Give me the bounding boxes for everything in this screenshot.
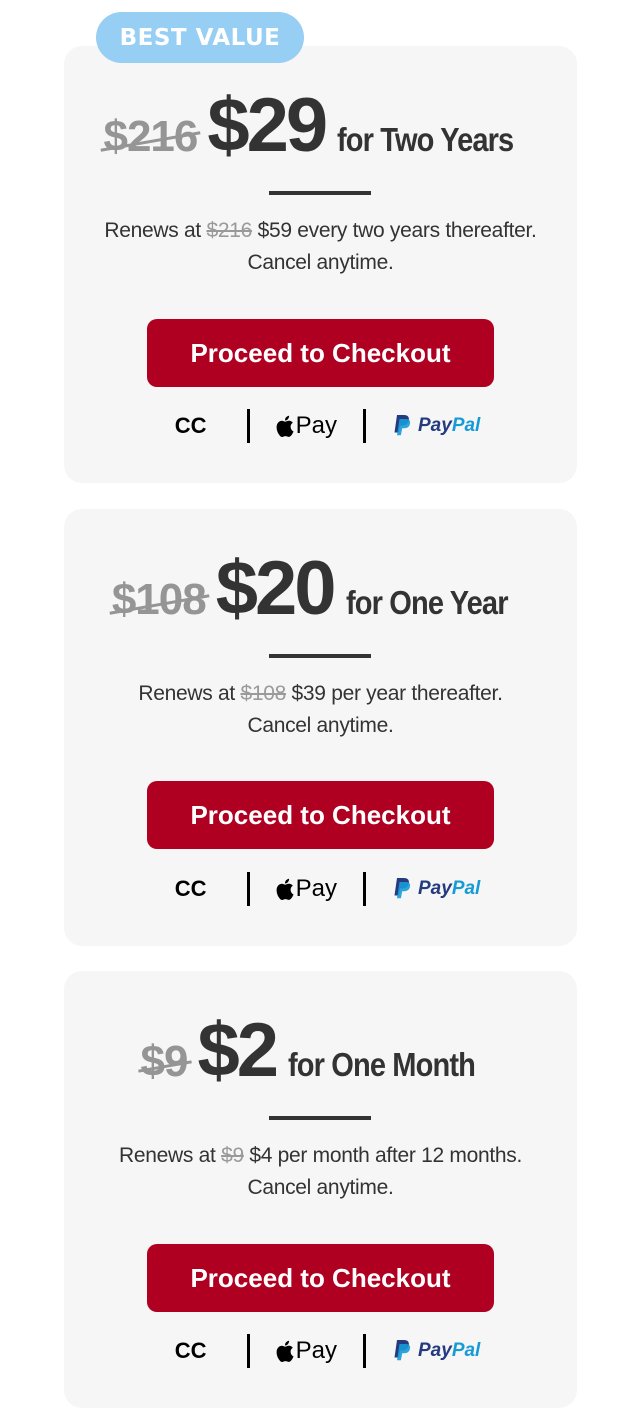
- renew-new-price: $39 per year thereafter.: [291, 682, 503, 705]
- paypal-logo: PayPal: [392, 877, 480, 901]
- divider: [269, 191, 371, 195]
- original-price: $9: [140, 1037, 189, 1086]
- renew-prefix: Renews at: [138, 682, 235, 705]
- plan-card-one-month: $9 $2 for One Month Renews at $9 $4 per …: [64, 971, 577, 1408]
- payment-methods: CC Pay PayPal: [64, 871, 577, 907]
- apple-pay-logo: Pay: [276, 412, 337, 440]
- sale-price: $20: [215, 546, 337, 631]
- paypal-text-pay: Pay: [418, 1340, 452, 1361]
- sale-price: $29: [207, 83, 328, 168]
- price-row: $108 $20 for One Year: [64, 545, 577, 632]
- credit-card-label: CC: [174, 1338, 207, 1363]
- paypal-text-pal: Pal: [451, 415, 481, 436]
- price-row: $9 $2 for One Month: [64, 1007, 577, 1094]
- renew-new-price: $4 per month after 12 months.: [249, 1144, 523, 1167]
- original-price: $108: [111, 575, 207, 624]
- renew-prefix: Renews at: [118, 1144, 216, 1167]
- plan-term: for One Month: [288, 1046, 476, 1083]
- paypal-logo: PayPal: [392, 1339, 480, 1363]
- renewal-line: Renews at $216 $59 every two years there…: [64, 215, 577, 247]
- renew-old-price: $9: [221, 1144, 244, 1167]
- renewal-info: Renews at $216 $59 every two years there…: [64, 215, 577, 279]
- apple-pay-text: Pay: [295, 1337, 337, 1364]
- plan-card-one-year: $108 $20 for One Year Renews at $108 $39…: [64, 509, 577, 946]
- separator: [246, 1334, 250, 1368]
- divider: [269, 1116, 371, 1120]
- paypal-text-pay: Pay: [418, 878, 452, 899]
- payment-methods: CC Pay PayPal: [64, 408, 577, 444]
- paypal-icon: [394, 1340, 411, 1361]
- apple-icon: [276, 415, 294, 437]
- best-value-badge: BEST VALUE: [96, 12, 304, 63]
- renewal-line: Renews at $9 $4 per month after 12 month…: [64, 1140, 577, 1172]
- cancel-note: Cancel anytime.: [247, 714, 394, 737]
- price-row: $216 $29 for Two Years: [64, 82, 577, 169]
- cancel-note: Cancel anytime.: [247, 1176, 394, 1199]
- plan-term: for One Year: [345, 584, 508, 621]
- apple-pay-text: Pay: [295, 875, 337, 902]
- separator: [363, 1334, 366, 1368]
- checkout-button[interactable]: Proceed to Checkout: [147, 781, 494, 849]
- original-price: $216: [103, 112, 198, 161]
- apple-pay-logo: Pay: [276, 875, 337, 903]
- checkout-button[interactable]: Proceed to Checkout: [147, 1244, 494, 1312]
- paypal-text-pal: Pal: [451, 878, 481, 899]
- apple-pay-logo: Pay: [276, 1337, 337, 1365]
- apple-pay-text: Pay: [295, 412, 337, 439]
- cancel-note: Cancel anytime.: [247, 251, 394, 274]
- plan-card-two-years: $216 $29 for Two Years Renews at $216 $5…: [64, 46, 577, 483]
- credit-card-label: CC: [174, 876, 207, 901]
- paypal-text-pal: Pal: [451, 1340, 481, 1361]
- separator: [363, 872, 366, 906]
- renewal-line: Renews at $108 $39 per year thereafter.: [64, 678, 577, 710]
- paypal-text-pay: Pay: [418, 415, 452, 436]
- renew-prefix: Renews at: [104, 219, 201, 242]
- payment-methods: CC Pay PayPal: [64, 1333, 577, 1369]
- renewal-info: Renews at $9 $4 per month after 12 month…: [64, 1140, 577, 1204]
- separator: [363, 409, 366, 443]
- renewal-info: Renews at $108 $39 per year thereafter. …: [64, 678, 577, 742]
- renew-old-price: $108: [240, 682, 286, 705]
- credit-card-label: CC: [174, 413, 207, 438]
- apple-icon: [276, 1340, 294, 1362]
- separator: [246, 409, 250, 443]
- paypal-logo: PayPal: [392, 414, 480, 438]
- renew-new-price: $59 every two years thereafter.: [257, 219, 537, 242]
- divider: [269, 654, 371, 658]
- apple-icon: [276, 878, 294, 900]
- sale-price: $2: [197, 1008, 279, 1093]
- paypal-icon: [394, 415, 411, 436]
- plan-term: for Two Years: [337, 121, 514, 158]
- renew-old-price: $216: [206, 219, 253, 242]
- checkout-button[interactable]: Proceed to Checkout: [147, 319, 494, 387]
- paypal-icon: [394, 878, 411, 899]
- separator: [246, 872, 250, 906]
